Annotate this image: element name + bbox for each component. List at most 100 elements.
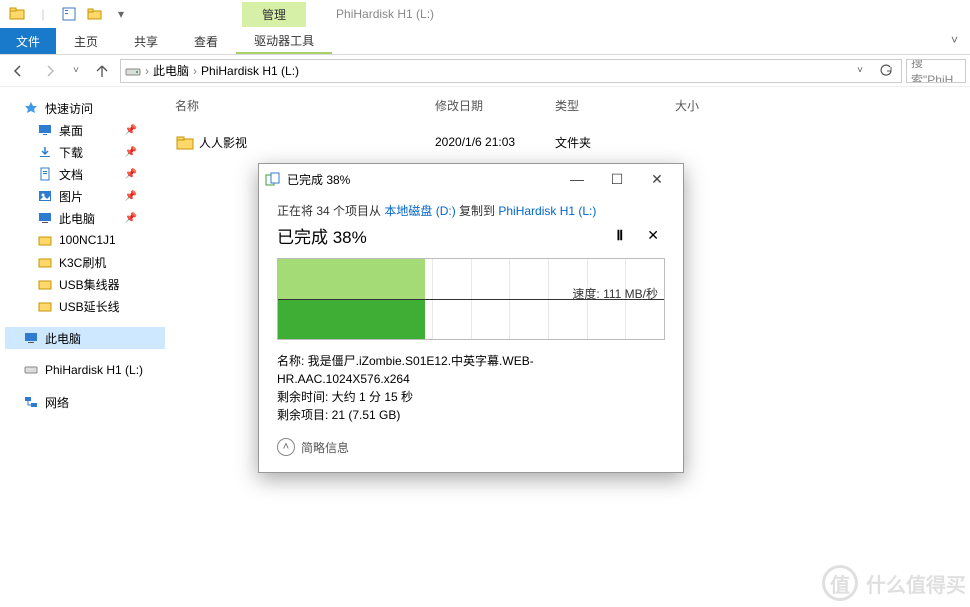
chevron-up-icon: ˄ — [277, 438, 295, 456]
window-title: PhiHardisk H1 (L:) — [306, 7, 434, 21]
column-headers[interactable]: 名称 修改日期 类型 大小 — [165, 87, 970, 125]
back-button[interactable] — [4, 59, 32, 83]
dialog-title: 已完成 38% — [287, 171, 350, 188]
sidebar-folder-2[interactable]: K3C刷机 — [5, 251, 165, 273]
dest-link[interactable]: PhiHardisk H1 (L:) — [498, 204, 596, 218]
qat-customize-icon[interactable]: ▾ — [110, 3, 132, 25]
recent-dropdown-icon[interactable]: ˅ — [68, 59, 84, 83]
pin-icon: 📌 — [125, 213, 137, 224]
label: PhiHardisk H1 (L:) — [45, 363, 143, 377]
label: 下载 — [59, 144, 83, 161]
quick-access-toolbar: | ▾ — [0, 3, 132, 25]
col-size[interactable]: 大小 — [675, 93, 775, 118]
sidebar-downloads[interactable]: 下载 📌 — [5, 141, 165, 163]
folder-icon — [37, 254, 53, 270]
sidebar-pictures[interactable]: 图片 📌 — [5, 185, 165, 207]
sidebar-folder-4[interactable]: USB延长线 — [5, 295, 165, 317]
crumb-this-pc[interactable]: 此电脑 — [153, 62, 189, 79]
titlebar: | ▾ 管理 PhiHardisk H1 (L:) — [0, 0, 970, 28]
tab-drive-tools[interactable]: 驱动器工具 — [236, 28, 332, 54]
minimize-button[interactable]: — — [557, 165, 597, 193]
completed-line: 已完成 38% Ⅱ ✕ — [277, 223, 665, 248]
tab-view[interactable]: 查看 — [176, 28, 236, 54]
copy-progress-dialog: 已完成 38% — ☐ ✕ 正在将 34 个项目从 本地磁盘 (D:) 复制到 … — [258, 163, 684, 473]
tab-home[interactable]: 主页 — [56, 28, 116, 54]
maximize-button[interactable]: ☐ — [597, 165, 637, 193]
forward-button[interactable] — [36, 59, 64, 83]
label: 此电脑 — [59, 210, 95, 227]
chevron-right-icon[interactable]: › — [145, 64, 149, 78]
speed-label: 速度: 111 MB/秒 — [572, 285, 658, 302]
up-button[interactable] — [88, 59, 116, 83]
sidebar-desktop[interactable]: 桌面📌 — [5, 119, 165, 141]
drive-icon — [125, 63, 141, 79]
properties-icon[interactable] — [58, 3, 80, 25]
copy-description: 正在将 34 个项目从 本地磁盘 (D:) 复制到 PhiHardisk H1 … — [277, 202, 665, 219]
detail-time: 大约 1 分 15 秒 — [332, 390, 413, 404]
sidebar-folder-1[interactable]: 100NC1J1 — [5, 229, 165, 251]
file-type: 文件夹 — [555, 134, 675, 151]
dialog-titlebar[interactable]: 已完成 38% — ☐ ✕ — [259, 164, 683, 194]
folder-icon — [175, 132, 195, 152]
nav-pane: 快速访问 桌面📌 下载 📌 文档 📌 图片 📌 此电脑 📌 100NC1J1 — [0, 87, 165, 607]
label: 此电脑 — [45, 330, 81, 347]
dialog-body: 正在将 34 个项目从 本地磁盘 (D:) 复制到 PhiHardisk H1 … — [259, 202, 683, 472]
label: 100NC1J1 — [59, 233, 116, 247]
sidebar-folder-3[interactable]: USB集线器 — [5, 273, 165, 295]
fewer-details-toggle[interactable]: ˄ 简略信息 — [277, 438, 665, 458]
sidebar-network[interactable]: 网络 — [5, 391, 165, 413]
sidebar-quick-access[interactable]: 快速访问 — [5, 97, 165, 119]
ribbon-tabs: 文件 主页 共享 查看 驱动器工具 ˅ — [0, 28, 970, 55]
source-link[interactable]: 本地磁盘 (D:) — [384, 204, 455, 218]
folder-icon — [37, 276, 53, 292]
folder-icon — [37, 298, 53, 314]
pin-icon: 📌 — [125, 191, 137, 202]
folder-icon — [37, 232, 53, 248]
address-path[interactable]: › 此电脑 › PhiHardisk H1 (L:) ˅ — [120, 59, 902, 83]
col-name[interactable]: 名称 — [175, 93, 435, 118]
pin-icon: 📌 — [125, 147, 137, 158]
pin-icon: 📌 — [125, 169, 137, 180]
crumb-current[interactable]: PhiHardisk H1 (L:) — [201, 64, 299, 78]
completed-text: 已完成 38% — [277, 223, 367, 248]
ribbon-expand-icon[interactable]: ˅ — [939, 28, 970, 54]
label: 网络 — [45, 394, 69, 411]
history-dropdown-icon[interactable]: ˅ — [849, 60, 871, 82]
label: 文档 — [59, 166, 83, 183]
sidebar-this-pc[interactable]: 此电脑 — [5, 327, 165, 349]
speed-graph: 速度: 111 MB/秒 — [277, 258, 665, 340]
drive-icon — [23, 362, 39, 378]
pause-button[interactable]: Ⅱ — [616, 227, 623, 244]
desktop-icon — [37, 122, 53, 138]
label: 图片 — [59, 188, 83, 205]
new-folder-qat-icon[interactable] — [84, 3, 106, 25]
search-box[interactable]: 搜索"PhiH — [906, 59, 966, 83]
list-item[interactable]: 人人影视 2020/1/6 21:03 文件夹 — [175, 129, 960, 155]
pc-icon — [23, 330, 39, 346]
col-type[interactable]: 类型 — [555, 93, 675, 118]
network-icon — [23, 394, 39, 410]
sidebar-drive[interactable]: PhiHardisk H1 (L:) — [5, 359, 165, 381]
sidebar-this-pc-quick[interactable]: 此电脑 📌 — [5, 207, 165, 229]
contextual-tab-header: 管理 — [242, 2, 306, 27]
tab-file[interactable]: 文件 — [0, 28, 56, 54]
address-bar: ˅ › 此电脑 › PhiHardisk H1 (L:) ˅ 搜索"PhiH — [0, 55, 970, 87]
document-icon — [37, 166, 53, 182]
refresh-icon[interactable] — [875, 60, 897, 82]
star-icon — [23, 100, 39, 116]
file-list: 人人影视 2020/1/6 21:03 文件夹 — [165, 125, 970, 159]
chevron-right-icon[interactable]: › — [193, 64, 197, 78]
col-date[interactable]: 修改日期 — [435, 93, 555, 118]
pictures-icon — [37, 188, 53, 204]
download-icon — [37, 144, 53, 160]
cancel-button[interactable]: ✕ — [647, 227, 659, 244]
file-date: 2020/1/6 21:03 — [435, 135, 555, 149]
tab-share[interactable]: 共享 — [116, 28, 176, 54]
close-button[interactable]: ✕ — [637, 165, 677, 193]
pin-icon: 📌 — [125, 125, 137, 136]
sidebar-documents[interactable]: 文档 📌 — [5, 163, 165, 185]
label: USB延长线 — [59, 298, 120, 315]
copy-details: 名称: 我是僵尸.iZombie.S01E12.中英字幕.WEB-HR.AAC.… — [277, 352, 665, 424]
file-name: 人人影视 — [199, 134, 435, 151]
label: USB集线器 — [59, 276, 120, 293]
